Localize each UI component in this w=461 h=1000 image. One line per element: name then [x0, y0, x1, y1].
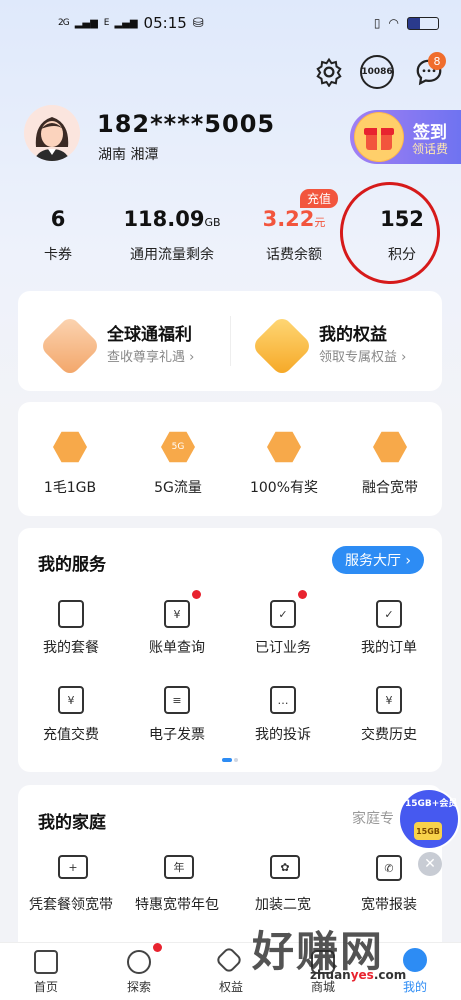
database-icon: ⛁: [192, 15, 204, 31]
page-indicator-active: [222, 758, 232, 762]
tab-explore[interactable]: 探索: [109, 978, 169, 995]
orders-icon[interactable]: ✓: [376, 600, 402, 628]
addon-icon[interactable]: ✿: [270, 855, 300, 879]
status-time: 05:15: [143, 14, 187, 32]
family-item-second[interactable]: 加装二宽: [233, 894, 333, 914]
promo-badge: 15GB: [414, 822, 442, 840]
bill-icon[interactable]: ¥: [164, 600, 190, 628]
subscriptions-icon[interactable]: ✓: [270, 600, 296, 628]
quick-item-broadband[interactable]: 融合宽带: [340, 477, 440, 497]
service-invoice[interactable]: 电子发票: [127, 724, 227, 744]
signal-2g: 2G: [58, 18, 70, 28]
battery-icon: [407, 16, 439, 30]
status-bar: 2G ▂▄▆ E ▂▄▆ 05:15 ⛁ ▯ ◠: [0, 0, 461, 48]
global-benefit-title[interactable]: 全球通福利: [107, 320, 192, 345]
profile-icon[interactable]: [403, 948, 427, 972]
payment-history-icon[interactable]: ¥: [376, 686, 402, 714]
page-indicator: [234, 758, 238, 762]
data-remaining-value[interactable]: 118.09GB: [112, 207, 232, 231]
service-subscriptions[interactable]: 已订业务: [233, 637, 333, 657]
data-unit: GB: [204, 216, 221, 229]
quick-item-1gb[interactable]: 1毛1GB: [20, 477, 120, 497]
family-link[interactable]: 家庭专: [352, 808, 394, 828]
tab-rights[interactable]: 权益: [201, 978, 261, 995]
signal-icon: ▂▄▆: [74, 17, 98, 29]
watermark-url: zhuanyes.com: [310, 968, 407, 982]
tab-home[interactable]: 首页: [16, 978, 76, 995]
balance-label: 话费余额: [266, 247, 322, 263]
my-rights-sub[interactable]: 领取专属权益 ›: [319, 346, 406, 365]
location: 湖南 湘潭: [98, 147, 159, 163]
settings-button[interactable]: [313, 56, 345, 88]
invoice-icon[interactable]: ≡: [164, 686, 190, 714]
bill-dot: [192, 590, 201, 599]
service-recharge[interactable]: 充值交费: [21, 724, 121, 744]
promo-text: 15GB+会员: [405, 799, 458, 809]
coupons-value[interactable]: 6: [18, 207, 98, 231]
my-rights-title[interactable]: 我的权益: [319, 320, 387, 345]
balance-unit: 元: [314, 216, 326, 229]
service-my-orders[interactable]: 我的订单: [339, 637, 439, 657]
family-item-install[interactable]: 宽带报装: [339, 894, 439, 914]
hand-drawn-circle: [333, 175, 447, 291]
family-item-package[interactable]: 凭套餐领宽带: [14, 894, 128, 914]
quick-card: [18, 402, 442, 516]
quick-item-5g[interactable]: 5G流量: [128, 477, 228, 497]
close-icon[interactable]: ✕: [418, 852, 442, 876]
data-remaining-label: 通用流量剩余: [130, 247, 214, 263]
phone-install-icon[interactable]: ✆: [376, 855, 402, 881]
wifi-icon: ◠: [388, 16, 399, 30]
monitor-icon[interactable]: +: [58, 855, 88, 879]
family-title: 我的家庭: [38, 813, 106, 833]
subscriptions-dot: [298, 590, 307, 599]
quick-item-prize[interactable]: 100%有奖: [234, 477, 334, 497]
service-my-package[interactable]: 我的套餐: [21, 637, 121, 657]
global-benefit-sub[interactable]: 查收尊享礼遇 ›: [107, 346, 194, 365]
avatar[interactable]: [24, 105, 80, 161]
service-payment-history[interactable]: 交费历史: [339, 724, 439, 744]
service-bill-query[interactable]: 账单查询: [127, 637, 227, 657]
status-left: 2G ▂▄▆ E ▂▄▆ 05:15 ⛁: [58, 14, 204, 32]
recharge-tag[interactable]: 充值: [300, 189, 339, 208]
divider: [230, 316, 231, 366]
message-badge: 8: [428, 52, 446, 70]
customer-service-button[interactable]: 10086: [360, 55, 394, 89]
customer-service-icon: 10086: [361, 67, 393, 77]
family-item-yearly[interactable]: 特惠宽带年包: [120, 894, 234, 914]
router-box-icon[interactable]: 年: [164, 855, 194, 879]
service-hall-button[interactable]: 服务大厅 ›: [332, 546, 424, 574]
signal-e: E: [103, 18, 110, 28]
explore-dot: [153, 943, 162, 952]
status-right: ▯ ◠: [374, 16, 439, 30]
package-icon[interactable]: [58, 600, 84, 628]
phone-number: 182****5005: [97, 110, 276, 138]
home-icon[interactable]: [34, 950, 58, 974]
gift-icon: [354, 112, 404, 162]
recharge-icon[interactable]: ¥: [58, 686, 84, 714]
complaint-icon[interactable]: …: [270, 686, 296, 714]
signal-icon-2: ▂▄▆: [114, 17, 138, 29]
services-title: 我的服务: [38, 555, 106, 575]
coupons-label: 卡券: [44, 247, 72, 263]
signin-subtitle: 领话费: [412, 142, 449, 156]
avatar-image: [24, 105, 80, 161]
vibrate-icon: ▯: [373, 16, 381, 30]
compass-icon[interactable]: [127, 950, 151, 974]
balance-value[interactable]: 3.22元: [244, 207, 344, 231]
gear-icon: [316, 57, 342, 87]
service-complaint[interactable]: 我的投诉: [233, 724, 333, 744]
